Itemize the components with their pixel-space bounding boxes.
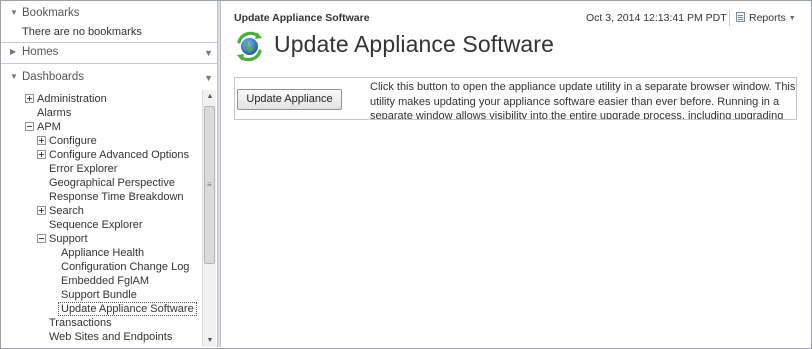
tree-item-appliance-health[interactable]: Appliance Health: [61, 246, 144, 260]
tree-item-sequence-explorer[interactable]: Sequence Explorer: [49, 218, 143, 232]
expand-icon[interactable]: [37, 206, 46, 215]
dashboards-tree: Administration Alarms APM Configure Conf…: [1, 90, 201, 347]
tree-item-error-explorer[interactable]: Error Explorer: [49, 162, 117, 176]
bookmarks-label: Bookmarks: [22, 7, 80, 19]
tree-item-label: Configure: [49, 135, 97, 147]
expand-icon[interactable]: [37, 136, 46, 145]
divider: [1, 63, 217, 64]
reports-menu-button[interactable]: Reports ▼: [736, 12, 796, 24]
tree-item-apm[interactable]: APM: [25, 120, 61, 134]
bookmarks-header[interactable]: ▼ Bookmarks: [1, 3, 217, 23]
tree-item-support-bundle[interactable]: Support Bundle: [61, 288, 137, 302]
tree-item-label: Appliance Health: [61, 247, 145, 259]
expand-icon[interactable]: [37, 150, 46, 159]
tree-item-label: Error Explorer: [49, 163, 118, 175]
expand-arrow-icon: ▶: [10, 47, 17, 56]
tree-item-label: Support: [49, 233, 88, 245]
collapse-icon[interactable]: [37, 234, 46, 243]
filter-icon[interactable]: ▼: [204, 68, 213, 88]
tree-item-label: Search: [49, 205, 84, 217]
tree-item-embedded-fglam[interactable]: Embedded FglAM: [61, 274, 149, 288]
tree-item-geographical-perspective[interactable]: Geographical Perspective: [49, 176, 175, 190]
tree-item-label: Embedded FglAM: [61, 275, 150, 287]
navigation-panel: ▼ Bookmarks There are no bookmarks ▶ Hom…: [1, 1, 217, 347]
scroll-up-icon[interactable]: ▲: [203, 90, 217, 104]
tree-item-label: Response Time Breakdown: [49, 191, 184, 203]
grip-icon: ≡: [207, 180, 212, 189]
tree-item-label: Configuration Change Log: [61, 261, 190, 273]
tree-item-configure-advanced-options[interactable]: Configure Advanced Options: [37, 148, 189, 162]
tree-item-configuration-change-log[interactable]: Configuration Change Log: [61, 260, 189, 274]
tree-item-web-sites-and-endpoints[interactable]: Web Sites and Endpoints: [49, 330, 172, 344]
reports-label: Reports: [749, 12, 786, 24]
tree-item-search[interactable]: Search: [37, 204, 84, 218]
collapse-arrow-icon: ▼: [10, 72, 18, 81]
tree-item-update-appliance-software[interactable]: Update Appliance Software: [58, 302, 197, 316]
update-description: Click this button to open the appliance …: [370, 81, 796, 120]
collapse-arrow-icon: ▼: [10, 8, 18, 17]
tree-item-label: Update Appliance Software: [58, 302, 197, 316]
content-panel: Update Appliance Software Oct 3, 2014 12…: [222, 1, 810, 347]
tree-item-transactions[interactable]: Transactions: [49, 316, 112, 330]
chevron-down-icon: ▼: [788, 15, 796, 22]
tree-item-label: Sequence Explorer: [49, 219, 143, 231]
homes-header[interactable]: ▶ Homes ▼: [1, 42, 217, 62]
tree-item-label: Geographical Perspective: [49, 177, 175, 189]
page-title: Update Appliance Software: [274, 31, 554, 57]
tree-item-label: Support Bundle: [61, 289, 137, 301]
tree-scrollbar[interactable]: ▲ ≡ ▼: [202, 90, 216, 347]
filter-icon[interactable]: ▼: [204, 43, 213, 63]
tree-item-label: Administration: [37, 93, 107, 105]
tree-item-response-time-breakdown[interactable]: Response Time Breakdown: [49, 190, 184, 204]
tree-item-administration[interactable]: Administration: [25, 92, 107, 106]
breadcrumb: Update Appliance Software: [234, 12, 370, 24]
update-appliance-button[interactable]: Update Appliance: [237, 89, 342, 110]
tree-item-configure[interactable]: Configure: [37, 134, 97, 148]
homes-label: Homes: [22, 46, 59, 58]
scroll-down-icon[interactable]: ▼: [203, 334, 217, 347]
bookmarks-empty-text: There are no bookmarks: [22, 26, 142, 38]
collapse-icon[interactable]: [25, 122, 34, 131]
tree-item-alarms[interactable]: Alarms: [37, 106, 71, 120]
timestamp: Oct 3, 2014 12:13:41 PM PDT: [586, 12, 727, 24]
scrollbar-thumb[interactable]: ≡: [204, 106, 215, 264]
report-icon: [736, 12, 745, 22]
tree-item-support[interactable]: Support: [37, 232, 88, 246]
dashboards-header[interactable]: ▼ Dashboards ▼: [1, 67, 217, 87]
globe-refresh-icon: [237, 31, 262, 62]
tree-item-label: Web Sites and Endpoints: [49, 331, 173, 343]
expand-icon[interactable]: [25, 94, 34, 103]
dashboards-label: Dashboards: [22, 71, 85, 83]
update-panel: Update Appliance Click this button to op…: [234, 77, 797, 120]
panel-splitter[interactable]: [217, 1, 221, 347]
tree-item-label: APM: [37, 121, 61, 133]
tree-item-label: Transactions: [49, 317, 112, 329]
divider: [729, 10, 730, 26]
tree-item-label: Configure Advanced Options: [49, 149, 190, 161]
tree-item-label: Alarms: [37, 107, 72, 119]
